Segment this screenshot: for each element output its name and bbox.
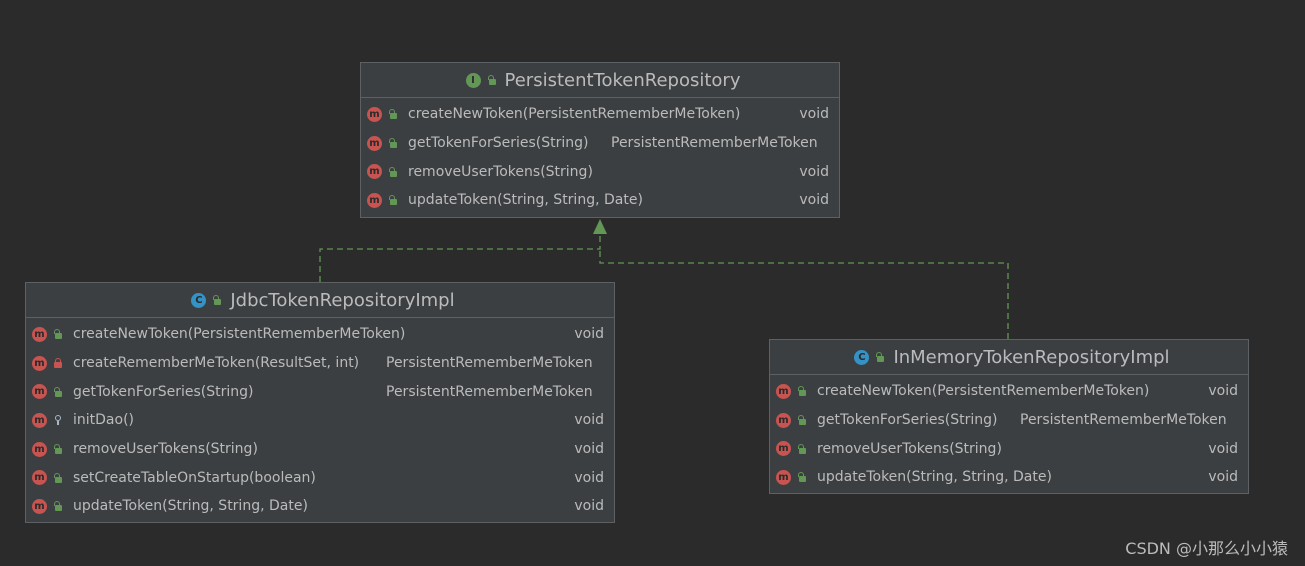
- method-row[interactable]: m removeUserTokens(String) void: [26, 435, 614, 464]
- method-icon: m: [367, 164, 382, 180]
- method-icon: m: [776, 383, 791, 399]
- method-return-type: void: [1208, 440, 1238, 457]
- memory-method-list: m createNewToken(PersistentRememberMeToke…: [770, 375, 1248, 492]
- method-signature: removeUserTokens(String): [408, 163, 593, 180]
- method-row[interactable]: m updateToken(String, String, Date) void: [770, 463, 1248, 492]
- interface-persistent-token-repository[interactable]: I PersistentTokenRepository m createNewTo…: [360, 62, 840, 218]
- method-row[interactable]: m createNewToken(PersistentRememberMeToke…: [770, 377, 1248, 406]
- method-signature: getTokenForSeries(String): [817, 412, 998, 429]
- method-return-type: void: [799, 192, 829, 209]
- method-return-type: void: [574, 469, 604, 486]
- class-kind-icon: C: [854, 349, 870, 365]
- method-signature: createNewToken(PersistentRememberMeToken…: [817, 383, 1150, 400]
- method-signature: getTokenForSeries(String): [408, 135, 589, 152]
- public-access-icon: [797, 443, 807, 454]
- public-access-icon: [388, 109, 398, 120]
- interface-method-list: m createNewToken(PersistentRememberMeToke…: [361, 98, 839, 215]
- method-icon: m: [776, 412, 791, 428]
- method-row[interactable]: m updateToken(String, String, Date) void: [361, 186, 839, 215]
- jdbc-method-list: m createNewToken(PersistentRememberMeToke…: [26, 318, 614, 521]
- method-signature: setCreateTableOnStartup(boolean): [73, 469, 316, 486]
- public-access-icon: [53, 444, 63, 455]
- public-access-icon: [53, 329, 63, 340]
- method-signature: updateToken(String, String, Date): [817, 469, 1052, 486]
- method-row[interactable]: m getTokenForSeries(String) PersistentReme…: [26, 377, 614, 406]
- public-access-icon: [797, 415, 807, 426]
- method-return-type: PersistentRememberMeToken: [611, 135, 818, 152]
- public-access-icon: [53, 501, 63, 512]
- method-return-type: void: [574, 412, 604, 429]
- method-row[interactable]: m createNewToken(PersistentRememberMeToke…: [26, 320, 614, 349]
- public-access-icon: [53, 386, 63, 397]
- method-return-type: void: [1208, 469, 1238, 486]
- method-signature: removeUserTokens(String): [73, 441, 258, 458]
- public-access-icon: [388, 195, 398, 206]
- method-return-type: PersistentRememberMeToken: [1020, 412, 1227, 429]
- public-access-icon: [797, 386, 807, 397]
- method-icon: m: [776, 469, 791, 485]
- method-icon: m: [32, 441, 47, 457]
- method-icon: m: [32, 384, 47, 400]
- public-access-icon: [388, 138, 398, 149]
- jdbc-implements-edge: [319, 232, 601, 282]
- method-icon: m: [32, 470, 47, 486]
- public-access-icon: [487, 75, 497, 85]
- method-row[interactable]: m updateToken(String, String, Date) void: [26, 492, 614, 521]
- method-row[interactable]: m removeUserTokens(String) void: [361, 157, 839, 186]
- method-icon: m: [367, 106, 382, 122]
- method-icon: m: [32, 412, 47, 428]
- interface-header: I PersistentTokenRepository: [361, 63, 839, 98]
- method-icon: m: [367, 135, 382, 151]
- method-signature: updateToken(String, String, Date): [408, 192, 643, 209]
- method-return-type: void: [799, 106, 829, 123]
- method-icon: m: [32, 498, 47, 514]
- method-return-type: void: [574, 326, 604, 343]
- public-access-icon: [388, 166, 398, 177]
- method-icon: m: [367, 192, 382, 208]
- package-access-icon: [53, 415, 63, 426]
- class-jdbc-token-repository-impl[interactable]: C JdbcTokenRepositoryImpl m createNewToke…: [25, 282, 615, 523]
- method-icon: m: [32, 355, 47, 371]
- interface-kind-icon: I: [465, 72, 481, 88]
- method-row[interactable]: m createNewToken(PersistentRememberMeToke…: [361, 100, 839, 129]
- method-icon: m: [32, 326, 47, 342]
- method-signature: updateToken(String, String, Date): [73, 498, 308, 515]
- watermark: CSDN @小那么小小猿: [1125, 539, 1288, 558]
- method-row[interactable]: m initDao() void: [26, 406, 614, 435]
- method-signature: initDao(): [73, 412, 134, 429]
- method-return-type: PersistentRememberMeToken: [386, 383, 593, 400]
- method-return-type: void: [799, 163, 829, 180]
- method-return-type: void: [574, 498, 604, 515]
- method-row[interactable]: m createRememberMeToken(ResultSet, int) Pe…: [26, 349, 614, 378]
- method-row[interactable]: m setCreateTableOnStartup(boolean) void: [26, 463, 614, 492]
- method-signature: removeUserTokens(String): [817, 440, 1002, 457]
- method-signature: getTokenForSeries(String): [73, 383, 254, 400]
- method-row[interactable]: m removeUserTokens(String) void: [770, 434, 1248, 463]
- memory-class-header: C InMemoryTokenRepositoryImpl: [770, 340, 1248, 375]
- method-return-type: PersistentRememberMeToken: [386, 355, 593, 372]
- method-signature: createNewToken(PersistentRememberMeToken…: [408, 106, 741, 123]
- public-access-icon: [797, 472, 807, 483]
- method-signature: createNewToken(PersistentRememberMeToken…: [73, 326, 406, 343]
- method-row[interactable]: m getTokenForSeries(String) PersistentReme…: [361, 129, 839, 158]
- memory-class-name: InMemoryTokenRepositoryImpl: [893, 346, 1170, 368]
- jdbc-class-header: C JdbcTokenRepositoryImpl: [26, 283, 614, 318]
- method-icon: m: [776, 441, 791, 457]
- class-kind-icon: C: [191, 292, 207, 308]
- public-access-icon: [875, 352, 885, 362]
- method-row[interactable]: m getTokenForSeries(String) PersistentReme…: [770, 406, 1248, 435]
- public-access-icon: [212, 295, 222, 305]
- method-signature: createRememberMeToken(ResultSet, int): [73, 355, 360, 372]
- jdbc-class-name: JdbcTokenRepositoryImpl: [230, 289, 455, 311]
- method-return-type: void: [574, 441, 604, 458]
- uml-diagram: I PersistentTokenRepository m createNewTo…: [0, 0, 1305, 566]
- class-in-memory-token-repository-impl[interactable]: C InMemoryTokenRepositoryImpl m createNew…: [769, 339, 1249, 494]
- memory-implements-edge: [599, 249, 1009, 339]
- interface-name: PersistentTokenRepository: [504, 69, 741, 91]
- public-access-icon: [53, 472, 63, 483]
- method-return-type: void: [1208, 383, 1238, 400]
- private-access-icon: [53, 358, 63, 369]
- implements-arrowhead: [593, 219, 607, 234]
